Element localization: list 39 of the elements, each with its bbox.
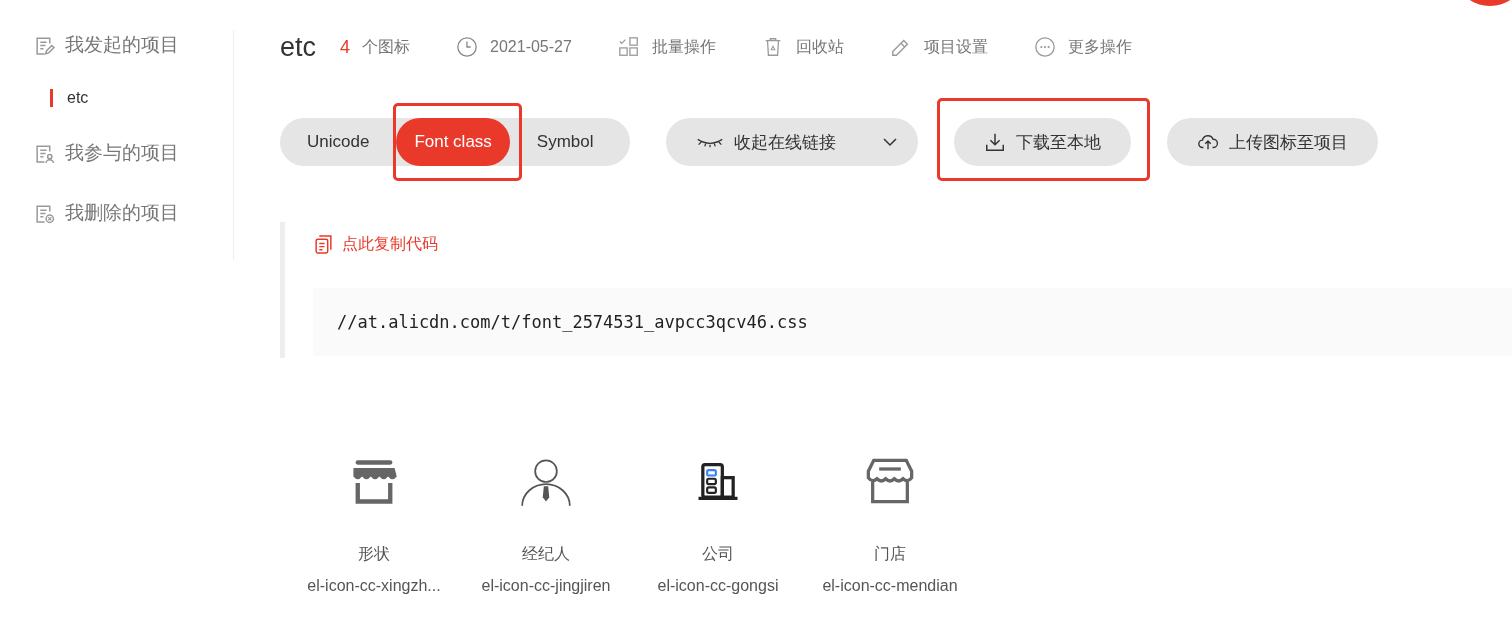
icon-class-name: el-icon-cc-mendian <box>822 577 958 595</box>
person-tie-icon <box>520 456 572 508</box>
icon-class-name: el-icon-cc-xingzh... <box>307 577 441 595</box>
sidebar-item[interactable]: 我参与的项目 <box>0 139 233 167</box>
grid-icon <box>617 36 640 58</box>
format-tab[interactable]: Symbol <box>509 118 621 166</box>
copy-code-link[interactable]: 点此复制代码 <box>313 222 438 255</box>
icon-name: 门店 <box>874 544 906 564</box>
clock-icon <box>456 36 479 58</box>
header-action[interactable]: 项目设置 <box>889 36 988 58</box>
icon-class-name: el-icon-cc-gongsi <box>657 577 779 595</box>
copy-icon <box>313 234 334 255</box>
format-tab[interactable]: Unicode <box>280 118 397 166</box>
project-item[interactable]: etc <box>50 89 233 107</box>
dropdown-button[interactable]: 收起在线链接 <box>666 118 918 166</box>
icon-name: 经纪人 <box>522 544 570 564</box>
header-action[interactable]: 批量操作 <box>617 36 716 58</box>
download-icon <box>984 131 1006 153</box>
icon-class-name: el-icon-cc-jingjiren <box>481 577 611 595</box>
icon-count: 4 <box>340 36 351 58</box>
icon-count-label: 个图标 <box>362 36 411 57</box>
icon-name: 形状 <box>358 544 390 564</box>
document-person-icon <box>34 142 55 164</box>
document-pen-icon <box>34 34 55 56</box>
closed-eye-icon <box>696 136 724 148</box>
sidebar-item[interactable]: 我发起的项目 <box>0 31 233 59</box>
header-action[interactable]: 回收站 <box>761 36 844 58</box>
sidebar-item[interactable]: 我删除的项目 <box>0 199 233 227</box>
created-date: 2021-05-27 <box>490 38 572 56</box>
project-title: etc <box>280 31 317 63</box>
action-button[interactable]: 上传图标至项目 <box>1167 118 1378 166</box>
header-action[interactable]: 更多操作 <box>1033 36 1132 58</box>
more-icon <box>1033 36 1056 58</box>
caret-icon <box>882 137 898 147</box>
format-tab[interactable]: Font class <box>396 118 510 166</box>
action-button[interactable]: 下载至本地 <box>954 118 1131 166</box>
document-delete-icon <box>34 202 55 224</box>
code-text: //at.alicdn.com/t/font_2574531_avpcc3qcv46.css <box>337 312 808 332</box>
icon-name: 公司 <box>702 544 734 564</box>
